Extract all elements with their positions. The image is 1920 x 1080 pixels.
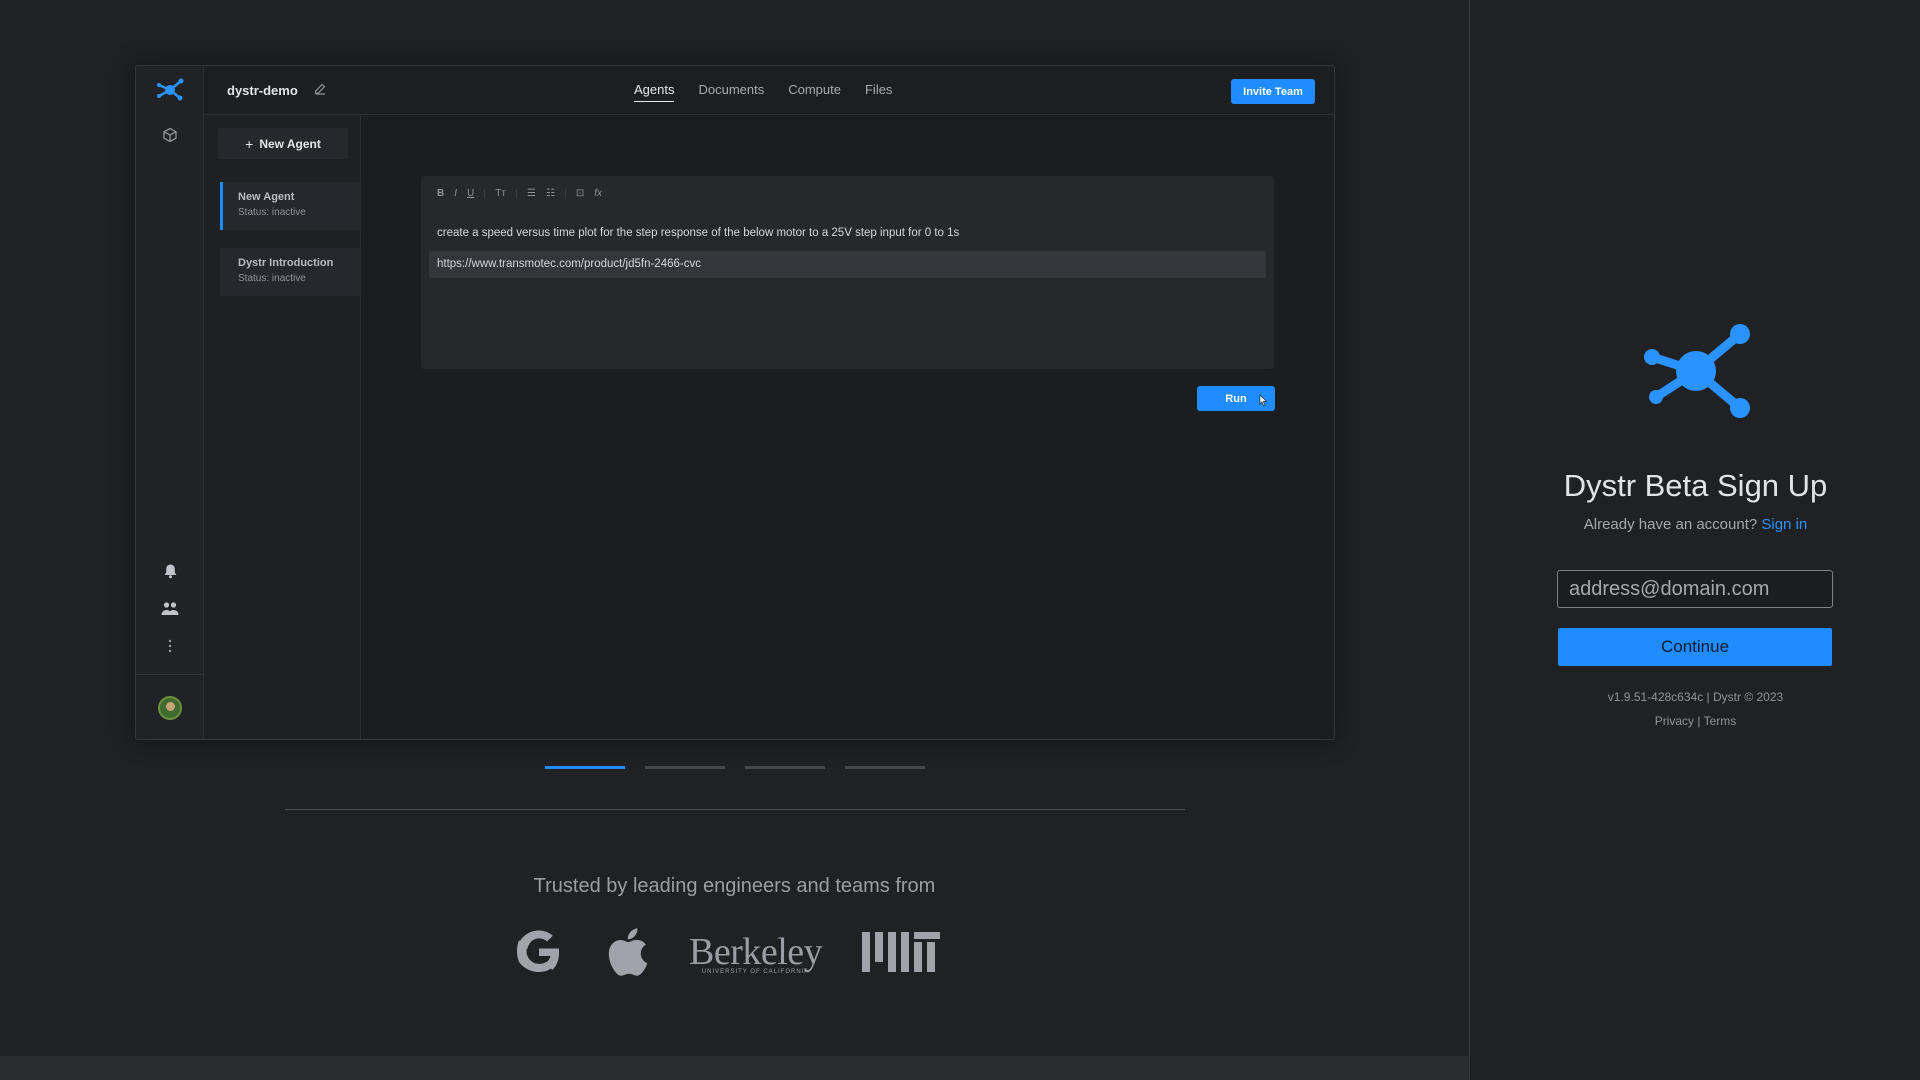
tab-documents[interactable]: Documents <box>698 82 764 102</box>
toolbar-separator <box>564 188 566 199</box>
icon-rail <box>136 66 204 739</box>
text-size-button[interactable]: Tт <box>495 188 506 199</box>
sign-in-link[interactable]: Sign in <box>1761 516 1807 533</box>
marketing-area: dystr-demo Agents Documents Compute File… <box>0 0 1469 1080</box>
toolbar-separator <box>484 188 486 199</box>
terms-link[interactable]: Terms <box>1704 714 1737 728</box>
agent-status: Status: inactive <box>238 207 306 218</box>
avatar-slot[interactable] <box>136 696 204 720</box>
section-divider <box>285 809 1185 810</box>
trusted-by-text: Trusted by leading engineers and teams f… <box>533 875 936 897</box>
agent-name: New Agent <box>238 191 295 203</box>
url-text-line[interactable]: https://www.transmotec.com/product/jd5fn… <box>429 251 1266 278</box>
avatar[interactable] <box>158 696 182 720</box>
legal-separator: | <box>1697 714 1701 728</box>
toolbar-separator <box>515 188 517 199</box>
partner-logos: Berkeley UNIVERSITY OF CALIFORNIA <box>515 925 941 984</box>
legal-links: Privacy | Terms <box>1470 714 1920 728</box>
google-logo-icon <box>515 928 563 981</box>
tab-files[interactable]: Files <box>865 82 892 102</box>
signup-panel: Dystr Beta Sign Up Already have an accou… <box>1469 0 1920 1080</box>
agent-item[interactable]: Dystr Introduction Status: inactive <box>220 248 361 296</box>
more-vertical-icon[interactable] <box>136 639 204 653</box>
numbered-list-button[interactable]: ☷ <box>546 188 555 199</box>
tab-compute[interactable]: Compute <box>788 82 841 102</box>
carousel-dot-2[interactable] <box>645 766 725 769</box>
dystr-logo-icon <box>1638 322 1756 425</box>
top-bar: dystr-demo Agents Documents Compute File… <box>204 66 1334 115</box>
email-field[interactable] <box>1557 570 1833 608</box>
agent-status: Status: inactive <box>238 273 306 284</box>
berkeley-logo: Berkeley UNIVERSITY OF CALIFORNIA <box>689 930 823 975</box>
agent-list-panel: + New Agent New Agent Status: inactive D… <box>204 115 361 739</box>
rail-divider <box>136 674 204 675</box>
mit-logo-icon <box>862 932 941 977</box>
agent-name: Dystr Introduction <box>238 257 334 269</box>
plus-icon: + <box>245 135 254 152</box>
italic-button[interactable]: I <box>454 188 457 199</box>
main-tabs: Agents Documents Compute Files <box>634 82 892 102</box>
carousel-dot-1[interactable] <box>545 766 625 769</box>
carousel-dot-4[interactable] <box>845 766 925 769</box>
bullet-list-button[interactable]: ☰ <box>527 188 536 199</box>
bold-button[interactable]: B <box>437 188 444 199</box>
new-agent-button[interactable]: + New Agent <box>218 128 348 159</box>
bell-icon[interactable] <box>136 563 204 579</box>
pencil-icon[interactable] <box>314 82 326 100</box>
tab-agents[interactable]: Agents <box>634 82 675 102</box>
app-preview-window: dystr-demo Agents Documents Compute File… <box>135 65 1335 740</box>
bottom-strip <box>0 1056 1469 1080</box>
underline-button[interactable]: U <box>467 188 474 199</box>
continue-button[interactable]: Continue <box>1558 628 1832 666</box>
mouse-cursor-icon <box>1259 393 1268 411</box>
new-agent-label: New Agent <box>259 136 321 151</box>
agent-item[interactable]: New Agent Status: inactive <box>220 182 361 230</box>
editor-toolbar: B I U Tт ☰ ☷ ⊡ fx <box>437 188 602 199</box>
berkeley-subtitle: UNIVERSITY OF CALIFORNIA <box>701 968 810 975</box>
cube-icon[interactable] <box>136 127 204 143</box>
prompt-text[interactable]: create a speed versus time plot for the … <box>437 227 959 239</box>
prompt-editor[interactable]: B I U Tт ☰ ☷ ⊡ fx create a speed versus … <box>421 176 1274 369</box>
berkeley-wordmark: Berkeley <box>689 930 823 973</box>
carousel-dot-3[interactable] <box>745 766 825 769</box>
version-text: v1.9.51-428c634c | Dystr © 2023 <box>1607 690 1784 704</box>
invite-team-button[interactable]: Invite Team <box>1231 79 1315 104</box>
signup-title: Dystr Beta Sign Up <box>1563 468 1828 503</box>
already-have-account-text: Already have an account? <box>1583 516 1758 533</box>
formula-button[interactable]: fx <box>594 188 602 199</box>
image-button[interactable]: ⊡ <box>576 188 584 199</box>
privacy-link[interactable]: Privacy <box>1655 714 1694 728</box>
already-have-account: Already have an account? Sign in <box>1470 516 1920 533</box>
dystr-logo-icon[interactable] <box>136 78 204 102</box>
team-icon[interactable] <box>136 601 204 617</box>
apple-logo-icon <box>603 925 649 984</box>
project-name: dystr-demo <box>227 83 298 98</box>
carousel-indicators <box>545 766 925 769</box>
